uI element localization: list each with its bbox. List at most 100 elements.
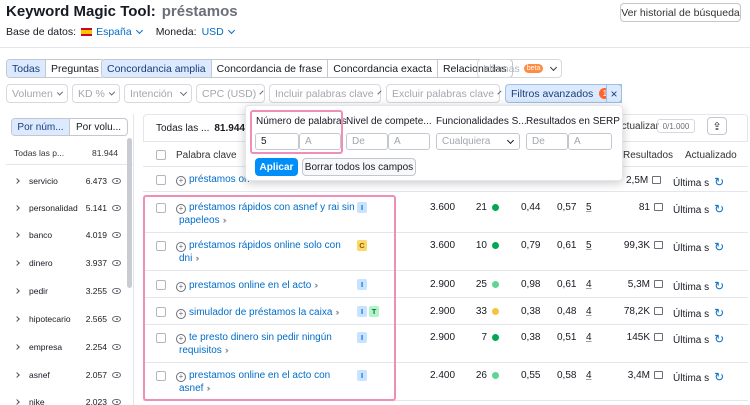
sort-by-volume[interactable]: Por volu... [70, 119, 127, 135]
database-label: Base de datos: [6, 26, 77, 38]
sidebar-item-asnef[interactable]: asnef 2.057 [14, 368, 121, 382]
competition-to-input[interactable]: A [388, 133, 430, 150]
chevron-down-icon [108, 88, 116, 96]
competition-from-input[interactable]: De [346, 133, 388, 150]
currency-select[interactable]: USD [202, 26, 235, 38]
add-keyword-icon[interactable]: + [176, 176, 186, 186]
competition-value: 0,48 [557, 306, 577, 317]
exclude-keywords-filter[interactable]: Excluir palabras clave [386, 84, 502, 103]
serp-snapshot-icon[interactable] [652, 176, 662, 184]
serp-features-link[interactable]: 4 [586, 279, 592, 290]
tab-phrase-match[interactable]: Concordancia de frase [210, 60, 328, 77]
spain-flag-icon [81, 28, 93, 36]
col-keyword-header[interactable]: Palabra clave [176, 150, 237, 161]
kd-value: 26 [475, 370, 487, 381]
export-icon[interactable]: ⇪ [707, 117, 727, 135]
chevron-down-icon [377, 89, 382, 95]
eye-icon[interactable] [112, 399, 121, 405]
clear-advanced-filters-button[interactable]: × [606, 84, 622, 103]
serp-snapshot-icon[interactable] [654, 307, 663, 315]
volume-filter[interactable]: Volumen [6, 84, 68, 103]
tab-questions[interactable]: Preguntas [45, 60, 104, 77]
kd-cell: 7 [472, 332, 499, 343]
results-value: 2,5M [626, 175, 649, 186]
sidebar-item-dinero[interactable]: dinero 3.937 [14, 256, 121, 270]
include-keywords-label: Incluir palabras clave [275, 87, 374, 100]
languages-label: Idiomas [483, 62, 520, 75]
group-name: asnef [29, 370, 50, 380]
serp-features-link[interactable]: 5 [586, 240, 592, 251]
tab-all[interactable]: Todas [7, 60, 46, 77]
volume-value: 2.400 [430, 370, 456, 381]
serp-results-from-input[interactable]: De [526, 133, 568, 150]
refresh-icon[interactable]: ↻ [714, 240, 724, 254]
serp-features-link[interactable]: 5 [586, 202, 592, 213]
kd-value: 33 [475, 306, 487, 317]
eye-icon[interactable] [112, 372, 121, 378]
serp-results-to-input[interactable]: A [568, 133, 612, 150]
col-updated-header[interactable]: Actualizado [685, 150, 737, 161]
chevron-down-icon [56, 88, 64, 96]
update-credits-counter: 0/1.000 [657, 119, 695, 133]
updated-cell: Última s ↻ [673, 279, 724, 293]
sidebar-item-empresa[interactable]: empresa 2.254 [14, 340, 121, 354]
clear-fields-button[interactable]: Borrar todos los campos [302, 158, 416, 176]
intent-filter[interactable]: Intención [124, 84, 192, 103]
database-row: Base de datos: España Moneda: USD [6, 26, 235, 38]
refresh-icon[interactable]: ↻ [714, 306, 724, 320]
refresh-icon[interactable]: ↻ [714, 279, 724, 293]
keyword-link[interactable]: + préstamos on [176, 174, 250, 186]
refresh-icon[interactable]: ↻ [714, 175, 724, 189]
sidebar-scrollbar[interactable] [127, 138, 132, 288]
group-count: 2.057 [85, 370, 107, 380]
sidebar-item-nike[interactable]: nike 2.023 [14, 395, 121, 405]
tab-exact-match[interactable]: Concordancia exacta [327, 60, 437, 77]
serp-features-select[interactable]: Cualquiera [436, 133, 520, 150]
sidebar-item-pedir[interactable]: pedir 3.255 [14, 284, 121, 298]
serp-snapshot-icon[interactable] [654, 241, 663, 249]
eye-icon[interactable] [112, 344, 121, 350]
eye-icon[interactable] [112, 232, 121, 238]
eye-icon[interactable] [112, 205, 121, 211]
sidebar-item-hipotecario[interactable]: hipotecario 2.565 [14, 312, 121, 326]
serp-features-link[interactable]: 4 [586, 332, 592, 343]
refresh-icon[interactable]: ↻ [714, 332, 724, 346]
tab-broad-match[interactable]: Concordancia amplia [102, 60, 211, 77]
row-checkbox[interactable] [156, 175, 166, 185]
languages-dropdown[interactable]: Idiomas beta [477, 59, 562, 78]
col-results-header[interactable]: Resultados [623, 150, 673, 161]
search-history-button[interactable]: Ver historial de búsqueda [620, 3, 741, 22]
sidebar-item-banco[interactable]: banco 4.019 [14, 228, 121, 242]
sort-by-number[interactable]: Por núm... [12, 119, 70, 135]
apply-button[interactable]: Aplicar [255, 158, 298, 176]
serp-snapshot-icon[interactable] [654, 371, 663, 379]
serp-snapshot-icon[interactable] [654, 333, 663, 341]
sidebar-item-personalidad[interactable]: personalidad 5.141 [14, 201, 121, 215]
results-cell: 3,4M [613, 370, 663, 381]
refresh-icon[interactable]: ↻ [714, 202, 724, 216]
eye-icon[interactable] [112, 260, 121, 266]
include-keywords-filter[interactable]: Incluir palabras clave [269, 84, 382, 103]
refresh-icon[interactable]: ↻ [714, 370, 724, 384]
serp-features-link[interactable]: 4 [586, 306, 592, 317]
database-select[interactable]: España [81, 26, 143, 38]
volume-value: 3.600 [430, 240, 456, 251]
highlight-word-count [250, 110, 343, 154]
sidebar-item-servicio[interactable]: servicio 6.473 [14, 174, 121, 188]
serp-features-link[interactable]: 4 [586, 370, 592, 381]
advanced-filters-button[interactable]: Filtros avanzados 1 [505, 84, 622, 103]
serp-snapshot-icon[interactable] [654, 280, 663, 288]
all-keywords-group[interactable]: Todas las p... 81.944 [14, 148, 118, 158]
select-all-checkbox[interactable] [156, 150, 166, 160]
cpc-filter[interactable]: CPC (USD) [196, 84, 265, 103]
kd-filter[interactable]: KD % [72, 84, 120, 103]
serp-snapshot-icon[interactable] [654, 203, 663, 211]
cpc-value: 0,98 [521, 279, 541, 290]
sidebar-divider [6, 164, 134, 165]
chevron-down-icon [259, 89, 264, 95]
eye-icon[interactable] [112, 288, 121, 294]
eye-icon[interactable] [112, 178, 121, 184]
keyword-groups-sidebar: Por núm... Por volu... Todas las p... 81.… [6, 114, 134, 405]
eye-icon[interactable] [112, 316, 121, 322]
kd-difficulty-dot [492, 281, 499, 288]
